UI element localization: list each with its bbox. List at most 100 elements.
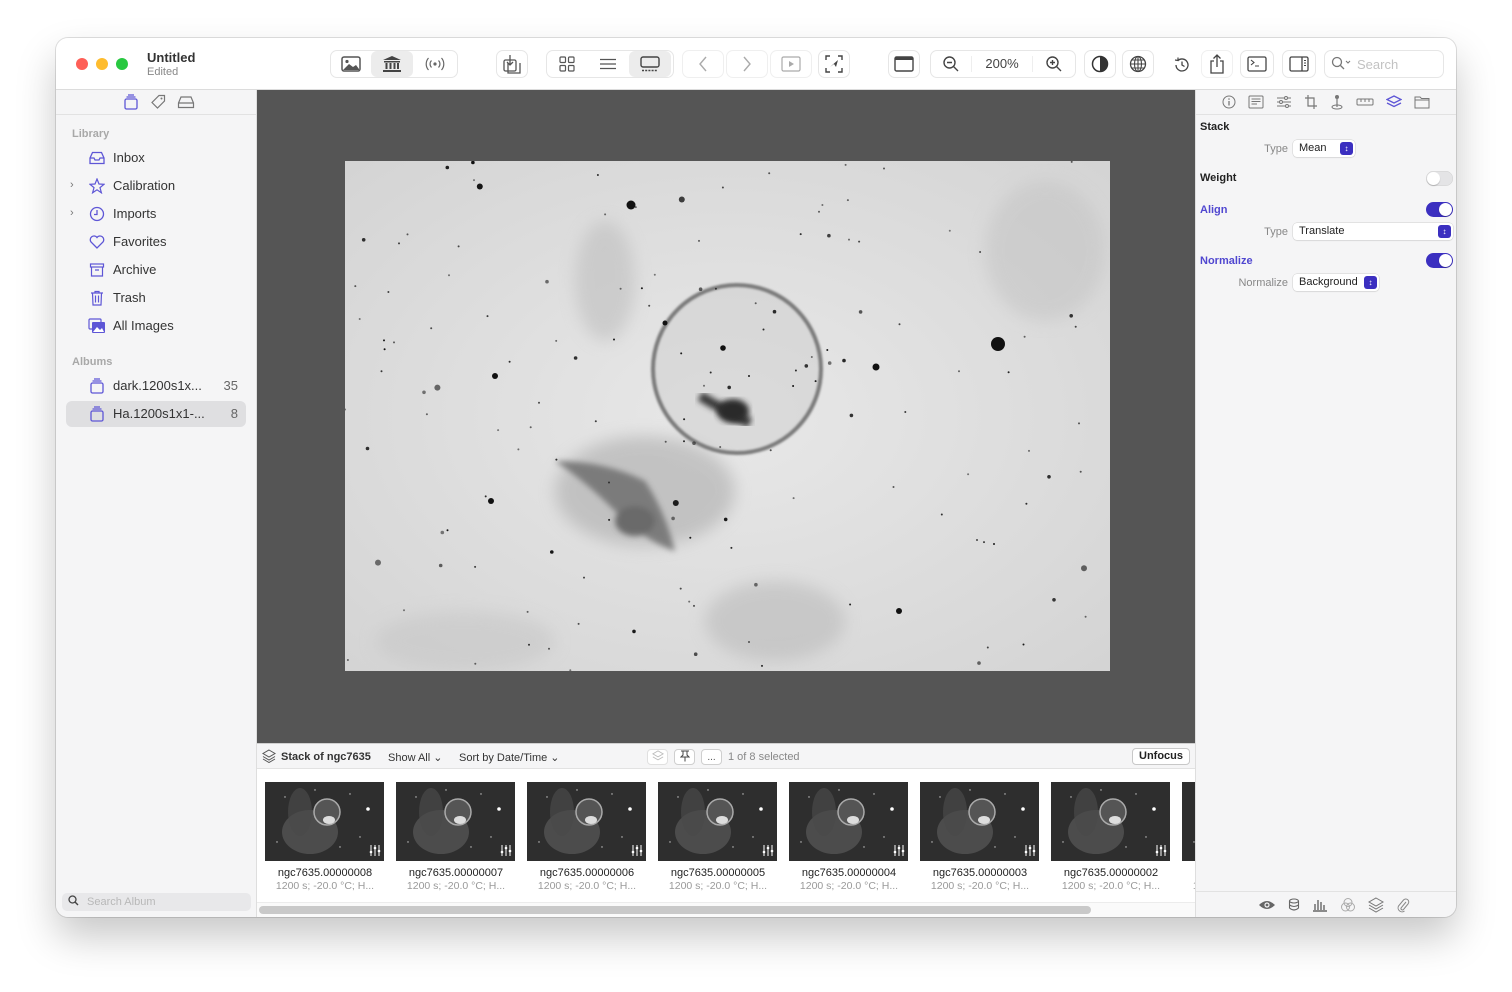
- thumbnail-image: [265, 782, 384, 861]
- fullscreen-button[interactable]: [888, 50, 920, 78]
- inspector-toggle-button[interactable]: [1282, 50, 1316, 78]
- sidebar-item-imports[interactable]: › Imports: [66, 201, 246, 227]
- weight-toggle[interactable]: [1426, 171, 1453, 186]
- filmstrip-thumbnail[interactable]: ngc7635.00000006 1200 s; -20.0 °C; H...: [527, 782, 647, 892]
- history-button[interactable]: [1170, 52, 1194, 78]
- clock-icon: [88, 205, 106, 223]
- album-item[interactable]: Ha.1200s1x1-... 8: [66, 401, 246, 427]
- filmstrip-thumbnail[interactable]: ngc7635.00000005 1200 s; -20.0 °C; H...: [658, 782, 778, 892]
- app-window: Untitled Edited 200% Search Library Inbo…: [56, 38, 1456, 917]
- albums-tab[interactable]: [123, 94, 139, 110]
- more-button[interactable]: ...: [701, 749, 722, 765]
- layers-tab[interactable]: [1367, 896, 1384, 913]
- sidebar-item-inbox[interactable]: Inbox: [66, 145, 246, 171]
- crop-tab[interactable]: [1304, 94, 1318, 110]
- devices-tab[interactable]: [177, 95, 195, 109]
- adjustments-badge-icon: [762, 845, 774, 859]
- disclosure-chevron-icon[interactable]: ›: [70, 179, 74, 191]
- thumbnail-image: [1182, 782, 1195, 861]
- stack-action-button[interactable]: [647, 749, 668, 765]
- filmstrip-thumbnail[interactable]: ngc7635.00000008 1200 s; -20.0 °C; H...: [265, 782, 385, 892]
- normalize-toggle[interactable]: [1426, 253, 1453, 268]
- sidebar-item-archive[interactable]: Archive: [66, 257, 246, 283]
- slideshow-button[interactable]: [770, 50, 812, 78]
- albums-section-label: Albums: [72, 356, 113, 368]
- thumbnail-meta: 1200 s; -20.0 °C; H...: [406, 880, 506, 892]
- normalize-popup[interactable]: Background ↕: [1293, 274, 1379, 291]
- filmstrip-thumbnail[interactable]: ngc7635.00000007 1200 s; -20.0 °C; H...: [396, 782, 516, 892]
- popup-arrows-icon: ↕: [1438, 225, 1451, 238]
- grid-view-button[interactable]: [547, 51, 587, 77]
- next-button[interactable]: [726, 50, 768, 78]
- sidebar-item-label: Imports: [113, 206, 157, 221]
- inspector-tabs: [1196, 90, 1456, 115]
- album-search-placeholder: Search Album: [87, 896, 156, 908]
- broadcast-mode-button[interactable]: [413, 51, 457, 77]
- close-window-button[interactable]: [76, 58, 88, 70]
- sidebar-item-favorites[interactable]: Favorites: [66, 229, 246, 255]
- info-tab[interactable]: [1222, 95, 1236, 109]
- album-search-input[interactable]: Search Album: [62, 893, 251, 911]
- import-button[interactable]: [496, 50, 528, 78]
- zoom-in-button[interactable]: [1033, 51, 1075, 77]
- locate-button[interactable]: [818, 50, 850, 78]
- filmstrip-thumbnail[interactable]: ngc7635.00000002 1200 s; -20.0 °C; H...: [1051, 782, 1171, 892]
- pin-button[interactable]: [674, 749, 695, 765]
- stack-type-popup[interactable]: Mean ↕: [1293, 140, 1355, 157]
- database-tab[interactable]: [1288, 897, 1300, 912]
- align-toggle[interactable]: [1426, 202, 1453, 217]
- previous-button[interactable]: [682, 50, 724, 78]
- main-image[interactable]: [345, 161, 1110, 671]
- album-item[interactable]: dark.1200s1x... 35: [66, 373, 246, 399]
- image-viewer[interactable]: [257, 90, 1195, 743]
- histogram-tab[interactable]: [1312, 898, 1328, 912]
- trash-icon: [88, 289, 106, 307]
- stack-icon: [651, 749, 664, 765]
- filmstrip-scrollbar[interactable]: [259, 906, 1091, 914]
- zoom-level[interactable]: 200%: [971, 56, 1033, 72]
- globe-icon: [1129, 55, 1147, 73]
- sidebar-item-all-images[interactable]: All Images: [66, 313, 246, 339]
- sidebar-item-calibration[interactable]: › Calibration: [66, 173, 246, 199]
- annotate-tab[interactable]: [1330, 94, 1344, 110]
- search-icon: [1331, 56, 1353, 73]
- files-tab[interactable]: [1414, 95, 1430, 109]
- sidebar-item-trash[interactable]: Trash: [66, 285, 246, 311]
- contrast-button[interactable]: [1084, 50, 1116, 78]
- show-all-dropdown[interactable]: Show All ⌄: [388, 751, 442, 764]
- thumbnail-name: ngc7635.00000003: [932, 867, 1028, 879]
- unfocus-button[interactable]: Unfocus: [1132, 748, 1190, 765]
- sort-dropdown[interactable]: Sort by Date/Time ⌄: [459, 751, 560, 764]
- weight-heading: Weight: [1200, 172, 1237, 184]
- stack-tab[interactable]: [1386, 95, 1402, 109]
- filmstrip-thumbnail[interactable]: ngc7635.00000004 1200 s; -20.0 °C; H...: [789, 782, 909, 892]
- adjustments-tab[interactable]: [1276, 95, 1292, 109]
- attachments-tab[interactable]: [1396, 897, 1410, 913]
- normalize-value: Background: [1299, 276, 1358, 288]
- filmstrip-thumbnail[interactable]: ngc7635.000000011200 s; -20.0 °C; H...: [1182, 782, 1195, 892]
- minimize-window-button[interactable]: [96, 58, 108, 70]
- list-view-button[interactable]: [587, 51, 629, 77]
- history-icon: [1173, 56, 1191, 74]
- search-input[interactable]: Search: [1324, 50, 1444, 78]
- channels-tab[interactable]: [1340, 897, 1356, 913]
- console-button[interactable]: [1240, 50, 1274, 78]
- text-document-icon: [1248, 95, 1264, 109]
- library-mode-button[interactable]: [371, 51, 413, 77]
- filmstrip-view-button[interactable]: [629, 51, 671, 77]
- thumbnail-name: ngc7635.00000005: [670, 867, 766, 879]
- preview-tab[interactable]: [1258, 899, 1276, 911]
- metadata-tab[interactable]: [1248, 95, 1264, 109]
- disclosure-chevron-icon[interactable]: ›: [70, 207, 74, 219]
- popup-arrows-icon: ↕: [1364, 276, 1377, 289]
- tags-tab[interactable]: [150, 94, 166, 110]
- zoom-out-button[interactable]: [931, 51, 971, 77]
- share-button[interactable]: [1201, 50, 1233, 78]
- align-type-popup[interactable]: Translate ↕: [1293, 223, 1453, 240]
- zoom-window-button[interactable]: [116, 58, 128, 70]
- globe-button[interactable]: [1122, 50, 1154, 78]
- thumbnail-meta: 1200 s; -20.0 °C; H...: [275, 880, 375, 892]
- photo-mode-button[interactable]: [331, 51, 371, 77]
- measure-tab[interactable]: [1356, 97, 1374, 107]
- filmstrip-thumbnail[interactable]: ngc7635.00000003 1200 s; -20.0 °C; H...: [920, 782, 1040, 892]
